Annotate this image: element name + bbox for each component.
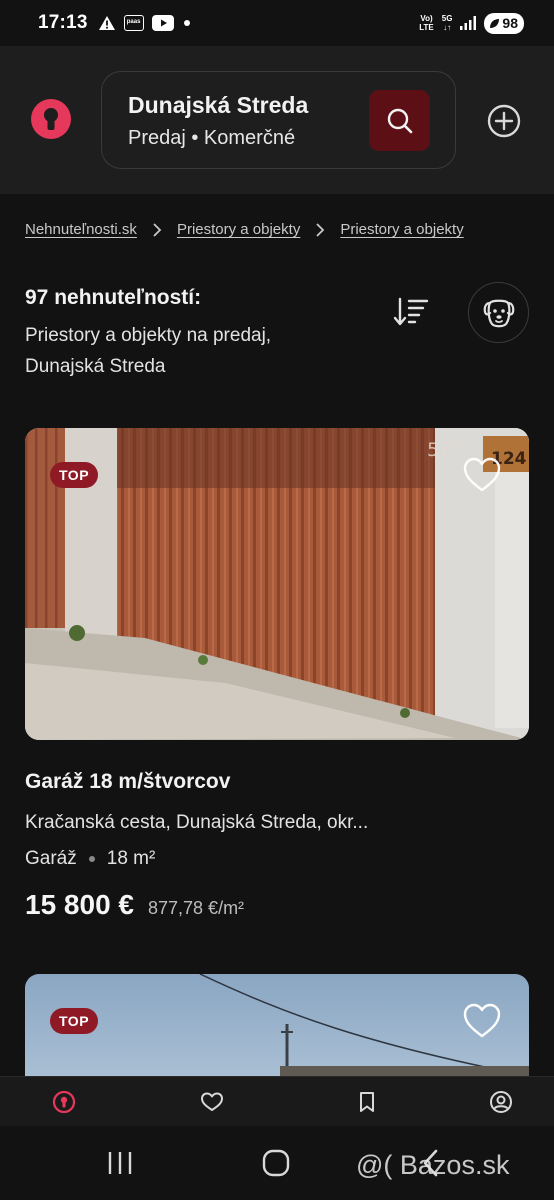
listing-image[interactable]: 57 124 TOP (25, 428, 529, 740)
youtube-icon (151, 15, 174, 31)
breadcrumb: Nehnuteľnosti.sk Priestory a objekty Pri… (25, 221, 464, 238)
bookmark-icon (360, 1092, 374, 1112)
network-indicator: 5G ↓↑ (442, 14, 453, 32)
breadcrumb-link-home[interactable]: Nehnuteľnosti.sk (25, 221, 137, 238)
search-icon (387, 108, 412, 133)
separator-dot (88, 856, 95, 862)
status-bar: 17:13 paas Vo) LTE 5G ↓↑ 98 (0, 0, 554, 46)
app-logo-icon[interactable] (30, 98, 72, 140)
heart-icon (463, 1003, 501, 1038)
plus-circle-icon (487, 104, 521, 138)
data-arrows-icon: ↓↑ (443, 23, 452, 32)
results-count: 97 nehnuteľností: (25, 286, 202, 309)
listing-area: 18 m² (106, 848, 156, 869)
home-icon (52, 1090, 76, 1114)
dot-icon (183, 20, 190, 26)
clock: 17:13 (38, 12, 88, 33)
bottom-navigation (0, 1076, 554, 1126)
svg-text:57: 57 (427, 439, 451, 461)
profile-icon (490, 1091, 512, 1113)
breadcrumb-link-current[interactable]: Priestory a objekty (340, 221, 463, 238)
listing-price-row: 15 800 € 877,78 €/m² (25, 889, 244, 921)
heart-icon (201, 1092, 223, 1111)
top-badge: TOP (50, 1008, 99, 1034)
signal-icon (460, 16, 477, 30)
recent-apps-icon[interactable] (106, 1150, 134, 1176)
listing-type: Garáž (25, 848, 77, 869)
listing-price: 15 800 € (25, 889, 134, 920)
watermark: @( Bazos.sk (356, 1150, 510, 1180)
listing-meta: Garáž 18 m² (25, 848, 155, 870)
sort-icon (393, 297, 429, 326)
battery-icon: 98 (484, 12, 524, 34)
sort-button[interactable] (393, 296, 431, 328)
chevron-right-icon (137, 222, 177, 238)
app-header: Dunajská Streda Predaj • Komerčné (0, 46, 554, 194)
listing-title[interactable]: Garáž 18 m/štvorcov (25, 770, 230, 794)
sky-photo (199, 974, 529, 1076)
volte-indicator: Vo) LTE (419, 14, 434, 32)
favorite-button[interactable] (461, 1000, 503, 1042)
paas-app-icon: paas (123, 15, 144, 31)
results-description: Priestory a objekty na predaj, Dunajská … (25, 325, 272, 377)
leaf-icon (490, 18, 500, 28)
dog-icon (483, 299, 514, 327)
garage-photo: 57 124 (25, 428, 529, 740)
top-badge: TOP (50, 462, 99, 488)
volte-label: Vo) (420, 14, 433, 23)
nav-home[interactable] (52, 1090, 76, 1114)
pet-friendly-button[interactable] (468, 282, 529, 343)
listing-image[interactable]: TOP (25, 974, 529, 1076)
listing-address: Kračanská cesta, Dunajská Streda, okr... (25, 812, 369, 833)
search-button[interactable] (369, 90, 430, 151)
add-listing-button[interactable] (486, 103, 522, 139)
search-location: Dunajská Streda (128, 92, 309, 118)
notification-icons: paas (98, 15, 192, 31)
search-summary-box[interactable]: Dunajská Streda Predaj • Komerčné (101, 71, 456, 169)
nav-favorites[interactable] (200, 1090, 224, 1114)
home-button-icon[interactable] (262, 1149, 290, 1177)
chevron-right-icon (300, 222, 340, 238)
heart-icon (463, 457, 501, 492)
listing-price-per-m2: 877,78 €/m² (148, 898, 245, 918)
favorite-button[interactable] (461, 454, 503, 496)
warning-icon (98, 16, 115, 30)
lte-label: LTE (419, 23, 434, 32)
search-filter: Predaj • Komerčné (128, 127, 296, 149)
breadcrumb-link-category[interactable]: Priestory a objekty (177, 221, 300, 238)
system-icons: Vo) LTE 5G ↓↑ 98 (419, 12, 524, 34)
nav-profile[interactable] (489, 1090, 513, 1114)
network-gen-label: 5G (441, 14, 453, 23)
battery-level: 98 (502, 15, 518, 31)
nav-saved[interactable] (355, 1090, 379, 1114)
